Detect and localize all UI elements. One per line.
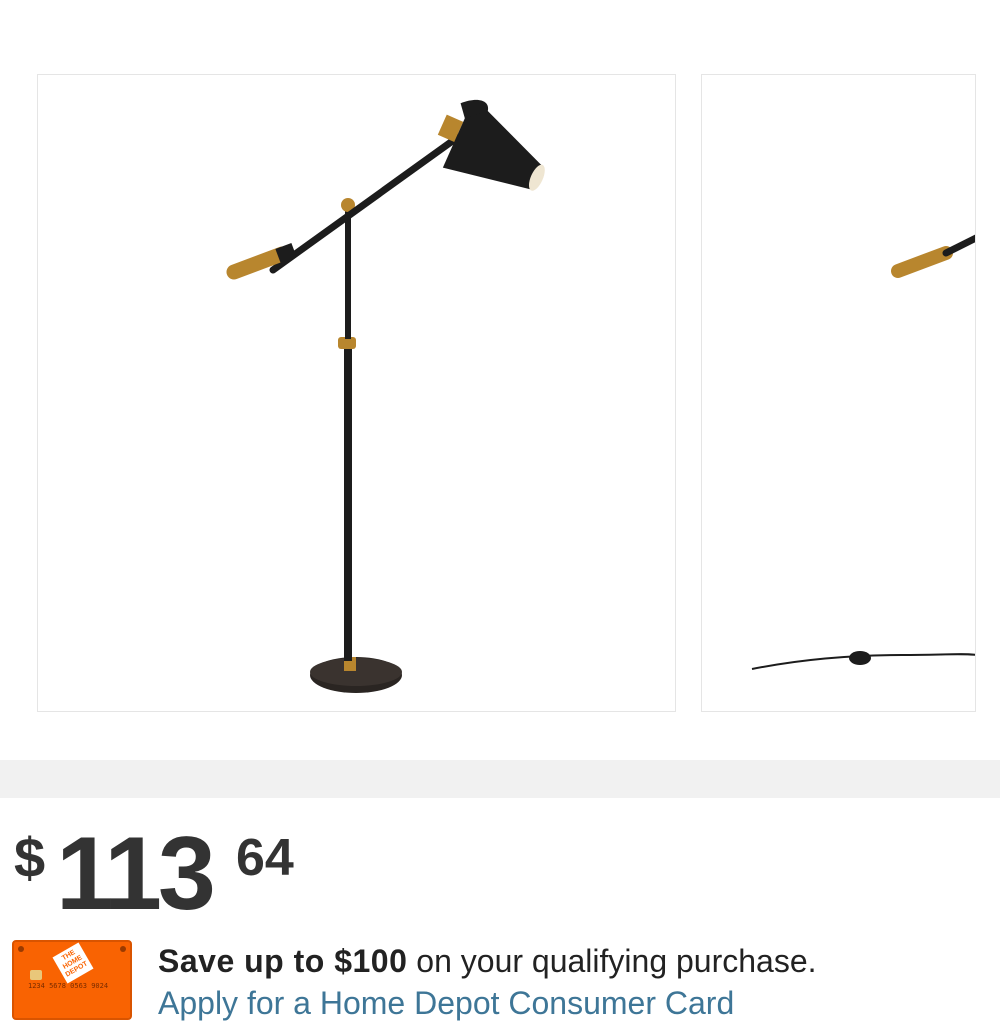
price-cents: 64	[236, 829, 294, 887]
apply-card-link[interactable]: Apply for a Home Depot Consumer Card	[158, 984, 734, 1022]
floor-lamp-image	[751, 234, 975, 670]
card-corner-dot	[18, 946, 24, 952]
home-depot-logo: THE HOME DEPOT	[52, 942, 94, 984]
card-corner-dot	[120, 946, 126, 952]
card-number: 1234 5678 0563 9024	[28, 982, 109, 990]
credit-card-icon: THE HOME DEPOT 1234 5678 0563 9024	[12, 940, 132, 1020]
price-dollars: 113	[56, 816, 216, 932]
product-image-secondary[interactable]	[701, 74, 976, 712]
price-panel: $ 113 64 THE HOME DEPOT 1234 5678 0563 9…	[0, 798, 1000, 1021]
card-chip	[30, 970, 42, 980]
promo-rest: on your qualifying purchase.	[407, 943, 817, 979]
promo-bold: Save up to $100	[158, 943, 408, 979]
section-divider	[0, 760, 1000, 798]
product-image-main[interactable]	[37, 74, 676, 712]
price-currency: $	[14, 826, 46, 889]
promo-text: Save up to $100 on your qualifying purch…	[158, 942, 817, 980]
image-gallery	[0, 0, 1000, 760]
floor-lamp-image	[226, 99, 545, 693]
